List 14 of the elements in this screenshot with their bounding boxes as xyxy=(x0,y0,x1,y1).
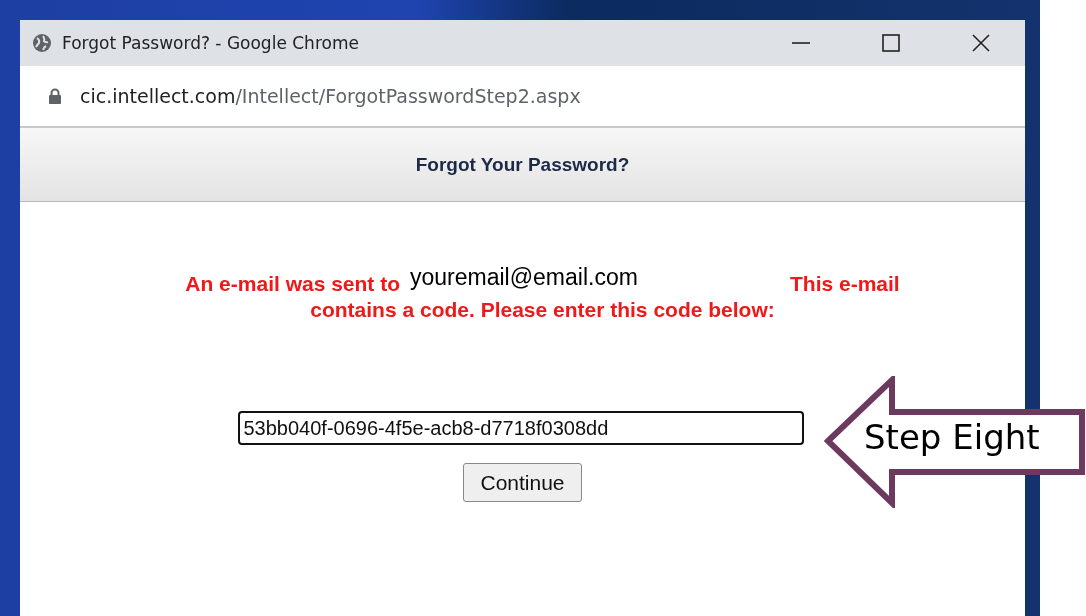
continue-button[interactable]: Continue xyxy=(463,463,582,502)
close-icon[interactable] xyxy=(971,33,991,53)
page-heading: Forgot Your Password? xyxy=(415,153,630,176)
globe-icon xyxy=(32,33,52,53)
maximize-icon[interactable] xyxy=(881,33,901,53)
url-text: cic.intellect.com/Intellect/ForgotPasswordStep2.aspx xyxy=(80,85,581,107)
code-field[interactable]: 53bb040f-0696-4f5e-acb8-d7718f0308dd xyxy=(237,411,804,445)
window-title: Forgot Password? - Google Chrome xyxy=(62,33,359,53)
email-overlay: youremail@email.com xyxy=(409,264,639,291)
callout-label: Step Eight xyxy=(864,417,1040,457)
message-text: An e-mail was sent to xyxy=(185,271,400,297)
message-text: contains a code. Please enter this code below: xyxy=(310,297,775,323)
lock-icon xyxy=(48,87,62,105)
message-text: This e-mail xyxy=(790,271,900,297)
